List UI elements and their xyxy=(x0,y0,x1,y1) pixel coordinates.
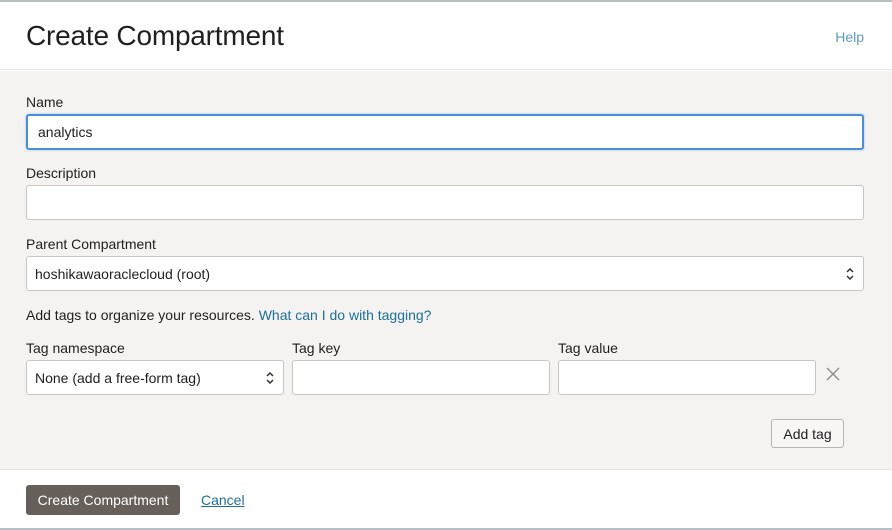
name-input[interactable] xyxy=(26,114,864,150)
tags-info-text: Add tags to organize your resources. xyxy=(26,307,255,323)
tag-key-input[interactable] xyxy=(292,360,550,395)
tag-namespace-label: Tag namespace xyxy=(26,340,125,356)
dialog-body: Name Description Parent Compartment hosh… xyxy=(0,71,892,470)
name-label: Name xyxy=(26,94,64,110)
description-input[interactable] xyxy=(26,185,864,220)
create-compartment-button[interactable]: Create Compartment xyxy=(26,485,180,515)
tag-namespace-value: None (add a free-form tag) xyxy=(35,369,201,386)
page-title: Create Compartment xyxy=(26,20,284,51)
chevron-up-down-icon xyxy=(266,371,274,384)
tags-info: Add tags to organize your resources. Wha… xyxy=(26,307,431,323)
parent-compartment-select[interactable]: hoshikawaoraclecloud (root) xyxy=(26,256,864,291)
description-label: Description xyxy=(26,165,97,181)
chevron-up-down-icon xyxy=(846,267,854,280)
dialog-header: Create Compartment Help xyxy=(0,2,892,70)
dialog-footer: Create Compartment Cancel xyxy=(0,471,892,528)
help-link[interactable]: Help xyxy=(835,29,864,45)
tag-namespace-select[interactable]: None (add a free-form tag) xyxy=(26,360,284,395)
tag-key-label: Tag key xyxy=(292,340,341,356)
tag-value-input[interactable] xyxy=(558,360,816,395)
add-tag-button[interactable]: Add tag xyxy=(771,419,844,448)
parent-compartment-label: Parent Compartment xyxy=(26,236,156,252)
tagging-help-link[interactable]: What can I do with tagging? xyxy=(259,307,432,323)
tag-value-label: Tag value xyxy=(558,340,618,356)
parent-compartment-value: hoshikawaoraclecloud (root) xyxy=(35,265,211,282)
cancel-link[interactable]: Cancel xyxy=(201,492,245,508)
close-icon[interactable] xyxy=(825,366,841,382)
